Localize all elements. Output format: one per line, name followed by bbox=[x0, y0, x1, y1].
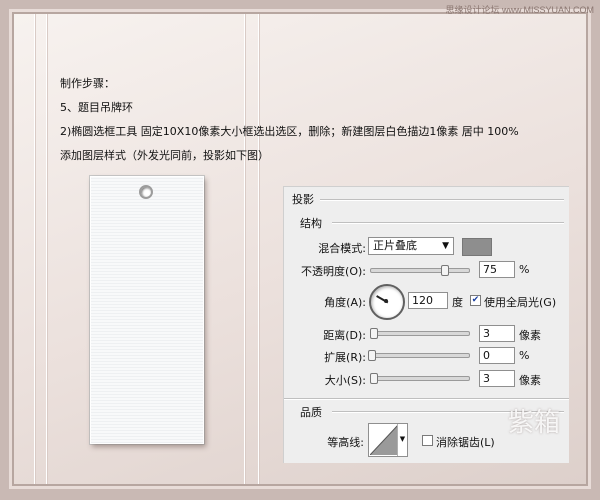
brand-logo: 紫箱 bbox=[508, 408, 561, 438]
check-icon: ✔ bbox=[471, 295, 480, 305]
distance-slider-thumb[interactable] bbox=[370, 328, 378, 339]
distance-slider[interactable] bbox=[370, 328, 470, 339]
antialias-checkbox[interactable] bbox=[422, 435, 433, 446]
quality-heading: 品质 bbox=[300, 406, 322, 419]
distance-label: 距离(D): bbox=[323, 329, 366, 342]
divider bbox=[284, 398, 569, 400]
tutorial-line-2: 添加图层样式（外发光同前，投影如下图） bbox=[60, 149, 269, 162]
spread-input[interactable]: 0 bbox=[479, 347, 515, 364]
angle-center bbox=[384, 299, 388, 303]
distance-unit: 像素 bbox=[519, 329, 541, 342]
panel-title: 投影 bbox=[292, 193, 314, 206]
size-slider-thumb[interactable] bbox=[370, 373, 378, 384]
size-unit: 像素 bbox=[519, 374, 541, 387]
contour-picker[interactable]: ▼ bbox=[368, 423, 408, 457]
decor-rail bbox=[34, 14, 35, 484]
tag-ring-hole bbox=[139, 185, 153, 199]
site-watermark: 思缘设计论坛 www.MISSYUAN.COM bbox=[445, 5, 594, 15]
size-label: 大小(S): bbox=[324, 374, 366, 387]
global-light-label: 使用全局光(G) bbox=[484, 296, 557, 309]
opacity-unit: % bbox=[519, 263, 530, 276]
linear-contour-icon bbox=[370, 425, 398, 455]
chevron-down-icon[interactable]: ▼ bbox=[397, 424, 407, 456]
opacity-slider-thumb[interactable] bbox=[440, 265, 449, 276]
divider bbox=[332, 222, 564, 224]
opacity-slider[interactable] bbox=[370, 265, 470, 276]
divider bbox=[320, 199, 564, 201]
decor-rail bbox=[46, 14, 47, 484]
tutorial-step: 5、题目吊牌环 bbox=[60, 101, 133, 114]
angle-dial[interactable] bbox=[369, 284, 405, 320]
shadow-color-swatch[interactable] bbox=[462, 238, 492, 256]
tutorial-line-1: 2)椭圆选框工具 固定10X10像素大小框选出选区，删除；新建图层白色描边1像素… bbox=[60, 125, 519, 138]
spread-slider-thumb[interactable] bbox=[368, 350, 376, 361]
blend-mode-value: 正片叠底 bbox=[373, 239, 417, 252]
tutorial-text: 制作步骤： 5、题目吊牌环 2)椭圆选框工具 固定10X10像素大小框选出选区，… bbox=[60, 72, 519, 168]
size-input[interactable]: 3 bbox=[479, 370, 515, 387]
chevron-down-icon: ▼ bbox=[442, 241, 449, 251]
opacity-label: 不透明度(O): bbox=[301, 265, 366, 278]
blend-mode-select[interactable]: 正片叠底 ▼ bbox=[368, 237, 454, 255]
structure-heading: 结构 bbox=[300, 217, 322, 230]
contour-label: 等高线: bbox=[327, 436, 364, 449]
angle-label: 角度(A): bbox=[324, 296, 366, 309]
hang-tag-preview bbox=[90, 176, 204, 444]
blend-mode-label: 混合模式: bbox=[318, 242, 366, 255]
angle-unit: 度 bbox=[452, 296, 463, 309]
angle-input[interactable]: 120 bbox=[408, 292, 448, 309]
spread-label: 扩展(R): bbox=[324, 351, 366, 364]
size-slider[interactable] bbox=[370, 373, 470, 384]
distance-input[interactable]: 3 bbox=[479, 325, 515, 342]
tutorial-heading: 制作步骤： bbox=[60, 77, 115, 90]
opacity-input[interactable]: 75 bbox=[479, 261, 515, 278]
global-light-checkbox[interactable]: ✔ bbox=[470, 295, 481, 306]
antialias-label: 消除锯齿(L) bbox=[436, 436, 495, 449]
spread-unit: % bbox=[519, 349, 530, 362]
spread-slider[interactable] bbox=[368, 350, 470, 361]
